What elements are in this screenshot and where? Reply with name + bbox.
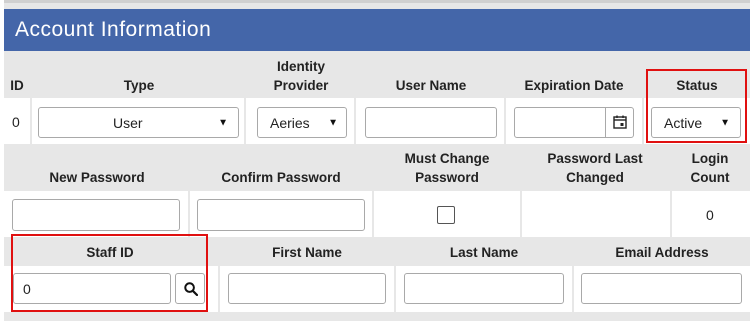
- id-value: 0: [12, 114, 20, 130]
- header-identity-provider: Identity Provider: [273, 59, 329, 93]
- header-login-count: Login Count: [690, 151, 730, 185]
- header-confirm-password: Confirm Password: [221, 170, 341, 185]
- expiration-date-input[interactable]: [514, 107, 634, 138]
- header-new-password: New Password: [49, 170, 145, 185]
- chevron-down-icon: ▼: [218, 117, 228, 128]
- last-name-input[interactable]: [404, 273, 564, 304]
- header-last-name: Last Name: [449, 245, 519, 260]
- panel-title: Account Information: [4, 9, 750, 51]
- id-cell: 0: [4, 98, 30, 144]
- header-type: Type: [123, 78, 155, 93]
- calendar-icon: [613, 115, 627, 129]
- identity-provider-selected-value: Aeries: [270, 114, 310, 131]
- user-name-input[interactable]: [365, 107, 497, 138]
- login-count-cell: 0: [672, 191, 750, 237]
- status-highlight-box: [646, 69, 747, 143]
- header-user-name: User Name: [395, 78, 467, 93]
- new-password-input[interactable]: [12, 199, 180, 231]
- header-id: ID: [10, 78, 24, 93]
- header-expiration-date: Expiration Date: [524, 78, 624, 93]
- confirm-password-input[interactable]: [197, 199, 365, 231]
- header-first-name: First Name: [272, 245, 342, 260]
- staff-id-highlight-box: [11, 234, 208, 312]
- header-must-change-password: Must Change Password: [404, 151, 490, 185]
- password-last-changed-cell: [522, 191, 670, 237]
- type-select[interactable]: User ▼: [38, 107, 239, 138]
- panel-top-border: [4, 0, 750, 3]
- identity-provider-select[interactable]: Aeries ▼: [257, 107, 347, 138]
- type-selected-value: User: [113, 114, 143, 131]
- chevron-down-icon: ▼: [328, 117, 338, 128]
- header-email-address: Email Address: [615, 245, 709, 260]
- email-address-input[interactable]: [581, 273, 742, 304]
- calendar-button[interactable]: [605, 108, 633, 137]
- must-change-password-checkbox[interactable]: [437, 206, 455, 224]
- header-password-last-changed: Password Last Changed: [547, 151, 643, 185]
- first-name-input[interactable]: [228, 273, 386, 304]
- login-count-value: 0: [706, 207, 714, 223]
